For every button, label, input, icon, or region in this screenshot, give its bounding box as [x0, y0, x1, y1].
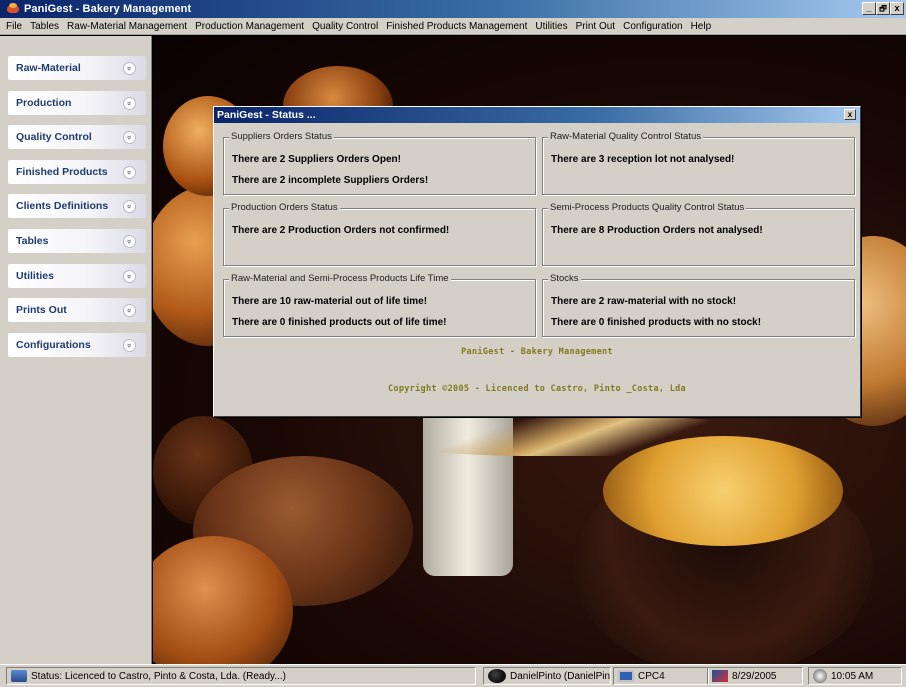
chevron-down-icon[interactable]: » — [123, 199, 136, 213]
menu-production-management[interactable]: Production Management — [191, 21, 308, 32]
minimize-button[interactable]: _ — [862, 2, 876, 15]
sidebar-item-raw-material[interactable]: Raw-Material » — [8, 56, 146, 80]
status-message: There are 2 Suppliers Orders Open! — [232, 154, 401, 165]
status-message: There are 3 reception lot not analysed! — [551, 154, 735, 165]
sidebar-item-label: Quality Control — [16, 131, 92, 143]
chevron-down-icon[interactable]: » — [123, 165, 136, 179]
date-panel: 8/29/2005 — [707, 667, 803, 685]
status-text: Status: Licenced to Castro, Pinto & Cost… — [31, 670, 286, 682]
menu-utilities[interactable]: Utilities — [531, 21, 571, 32]
chevron-down-icon[interactable]: » — [123, 234, 136, 248]
menu-quality-control[interactable]: Quality Control — [308, 21, 382, 32]
sidebar-item-utilities[interactable]: Utilities » — [8, 264, 146, 288]
sidebar-item-label: Production — [16, 97, 72, 109]
menu-finished-products-management[interactable]: Finished Products Management — [382, 21, 531, 32]
computer-panel: CPC4 — [613, 667, 709, 685]
status-dialog: PaniGest - Status ... x Suppliers Orders… — [213, 106, 861, 417]
title-bar: PaniGest - Bakery Management _ 🗗 x — [0, 0, 906, 18]
group-label: Suppliers Orders Status — [229, 131, 334, 142]
bread-app-icon — [6, 2, 20, 16]
sidebar-item-finished-products[interactable]: Finished Products » — [8, 160, 146, 184]
group-label: Raw-Material and Semi-Process Products L… — [229, 273, 451, 284]
stocks-status-group: Stocks There are 2 raw-material with no … — [542, 273, 855, 337]
sidebar-item-label: Finished Products — [16, 166, 108, 178]
sidebar-item-prints-out[interactable]: Prints Out » — [8, 298, 146, 322]
user-text: DanielPinto (DanielPint — [510, 670, 611, 682]
chevron-down-icon[interactable]: » — [123, 130, 136, 144]
sidebar-item-label: Prints Out — [16, 304, 67, 316]
restore-button[interactable]: 🗗 — [876, 2, 890, 15]
menu-tables[interactable]: Tables — [26, 21, 63, 32]
dialog-close-button[interactable]: x — [844, 109, 856, 120]
user-panel: DanielPinto (DanielPint — [483, 667, 611, 685]
sidebar-item-label: Utilities — [16, 270, 54, 282]
status-message: There are 2 incomplete Suppliers Orders! — [232, 175, 429, 186]
status-panel: Status: Licenced to Castro, Pinto & Cost… — [6, 667, 476, 685]
suppliers-orders-status-group: Suppliers Orders Status There are 2 Supp… — [223, 131, 536, 195]
sidebar-item-label: Tables — [16, 235, 49, 247]
clock-icon — [813, 669, 827, 683]
semi-process-qc-status-group: Semi-Process Products Quality Control St… — [542, 202, 855, 266]
group-label: Stocks — [548, 273, 581, 284]
calendar-icon — [712, 670, 728, 682]
time-panel: 10:05 AM — [808, 667, 902, 685]
raw-material-qc-status-group: Raw-Material Quality Control Status Ther… — [542, 131, 855, 195]
sidebar-item-quality-control[interactable]: Quality Control » — [8, 125, 146, 149]
chevron-down-icon[interactable]: » — [123, 303, 136, 317]
group-label: Production Orders Status — [229, 202, 340, 213]
group-label: Semi-Process Products Quality Control St… — [548, 202, 747, 213]
window-title: PaniGest - Bakery Management — [24, 3, 192, 15]
sidebar-item-label: Configurations — [16, 339, 91, 351]
chevron-down-icon[interactable]: » — [123, 61, 136, 75]
sidebar-item-clients-definitions[interactable]: Clients Definitions » — [8, 194, 146, 218]
window-controls: _ 🗗 x — [862, 2, 904, 15]
dialog-title: PaniGest - Status ... — [217, 109, 316, 121]
life-time-status-group: Raw-Material and Semi-Process Products L… — [223, 273, 536, 337]
status-message: There are 10 raw-material out of life ti… — [232, 296, 428, 307]
status-message: There are 0 finished products out of lif… — [232, 317, 447, 328]
group-label: Raw-Material Quality Control Status — [548, 131, 703, 142]
status-message: There are 0 finished products with no st… — [551, 317, 762, 328]
app-name-footer: PaniGest - Bakery Management — [461, 347, 613, 357]
chevron-down-icon[interactable]: » — [123, 269, 136, 283]
sidebar-item-label: Clients Definitions — [16, 200, 109, 212]
dialog-title-bar: PaniGest - Status ... x — [214, 107, 860, 123]
menu-help[interactable]: Help — [687, 21, 716, 32]
sidebar: Raw-Material » Production » Quality Cont… — [0, 36, 152, 664]
menu-configuration[interactable]: Configuration — [619, 21, 686, 32]
status-icon — [11, 670, 27, 682]
sidebar-item-tables[interactable]: Tables » — [8, 229, 146, 253]
chevron-down-icon[interactable]: » — [123, 96, 136, 110]
chevron-down-icon[interactable]: » — [123, 338, 136, 352]
time-text: 10:05 AM — [831, 670, 874, 682]
copyright-footer: Copyright ©2005 - Licenced to Castro, Pi… — [388, 384, 686, 394]
computer-text: CPC4 — [638, 670, 665, 682]
menu-bar: File Tables Raw-Material Management Prod… — [0, 18, 906, 35]
status-message: There are 8 Production Orders not analys… — [551, 225, 763, 236]
status-bar: Status: Licenced to Castro, Pinto & Cost… — [0, 664, 906, 687]
date-text: 8/29/2005 — [732, 670, 777, 682]
menu-print-out[interactable]: Print Out — [572, 21, 619, 32]
sidebar-item-production[interactable]: Production » — [8, 91, 146, 115]
menu-file[interactable]: File — [2, 21, 26, 32]
production-orders-status-group: Production Orders Status There are 2 Pro… — [223, 202, 536, 266]
status-message: There are 2 raw-material with no stock! — [551, 296, 737, 307]
user-icon — [488, 669, 506, 683]
computer-icon — [618, 670, 634, 682]
sidebar-item-configurations[interactable]: Configurations » — [8, 333, 146, 357]
menu-raw-material-management[interactable]: Raw-Material Management — [63, 21, 191, 32]
sidebar-item-label: Raw-Material — [16, 62, 81, 74]
status-message: There are 2 Production Orders not confir… — [232, 225, 450, 236]
close-window-button[interactable]: x — [890, 2, 904, 15]
